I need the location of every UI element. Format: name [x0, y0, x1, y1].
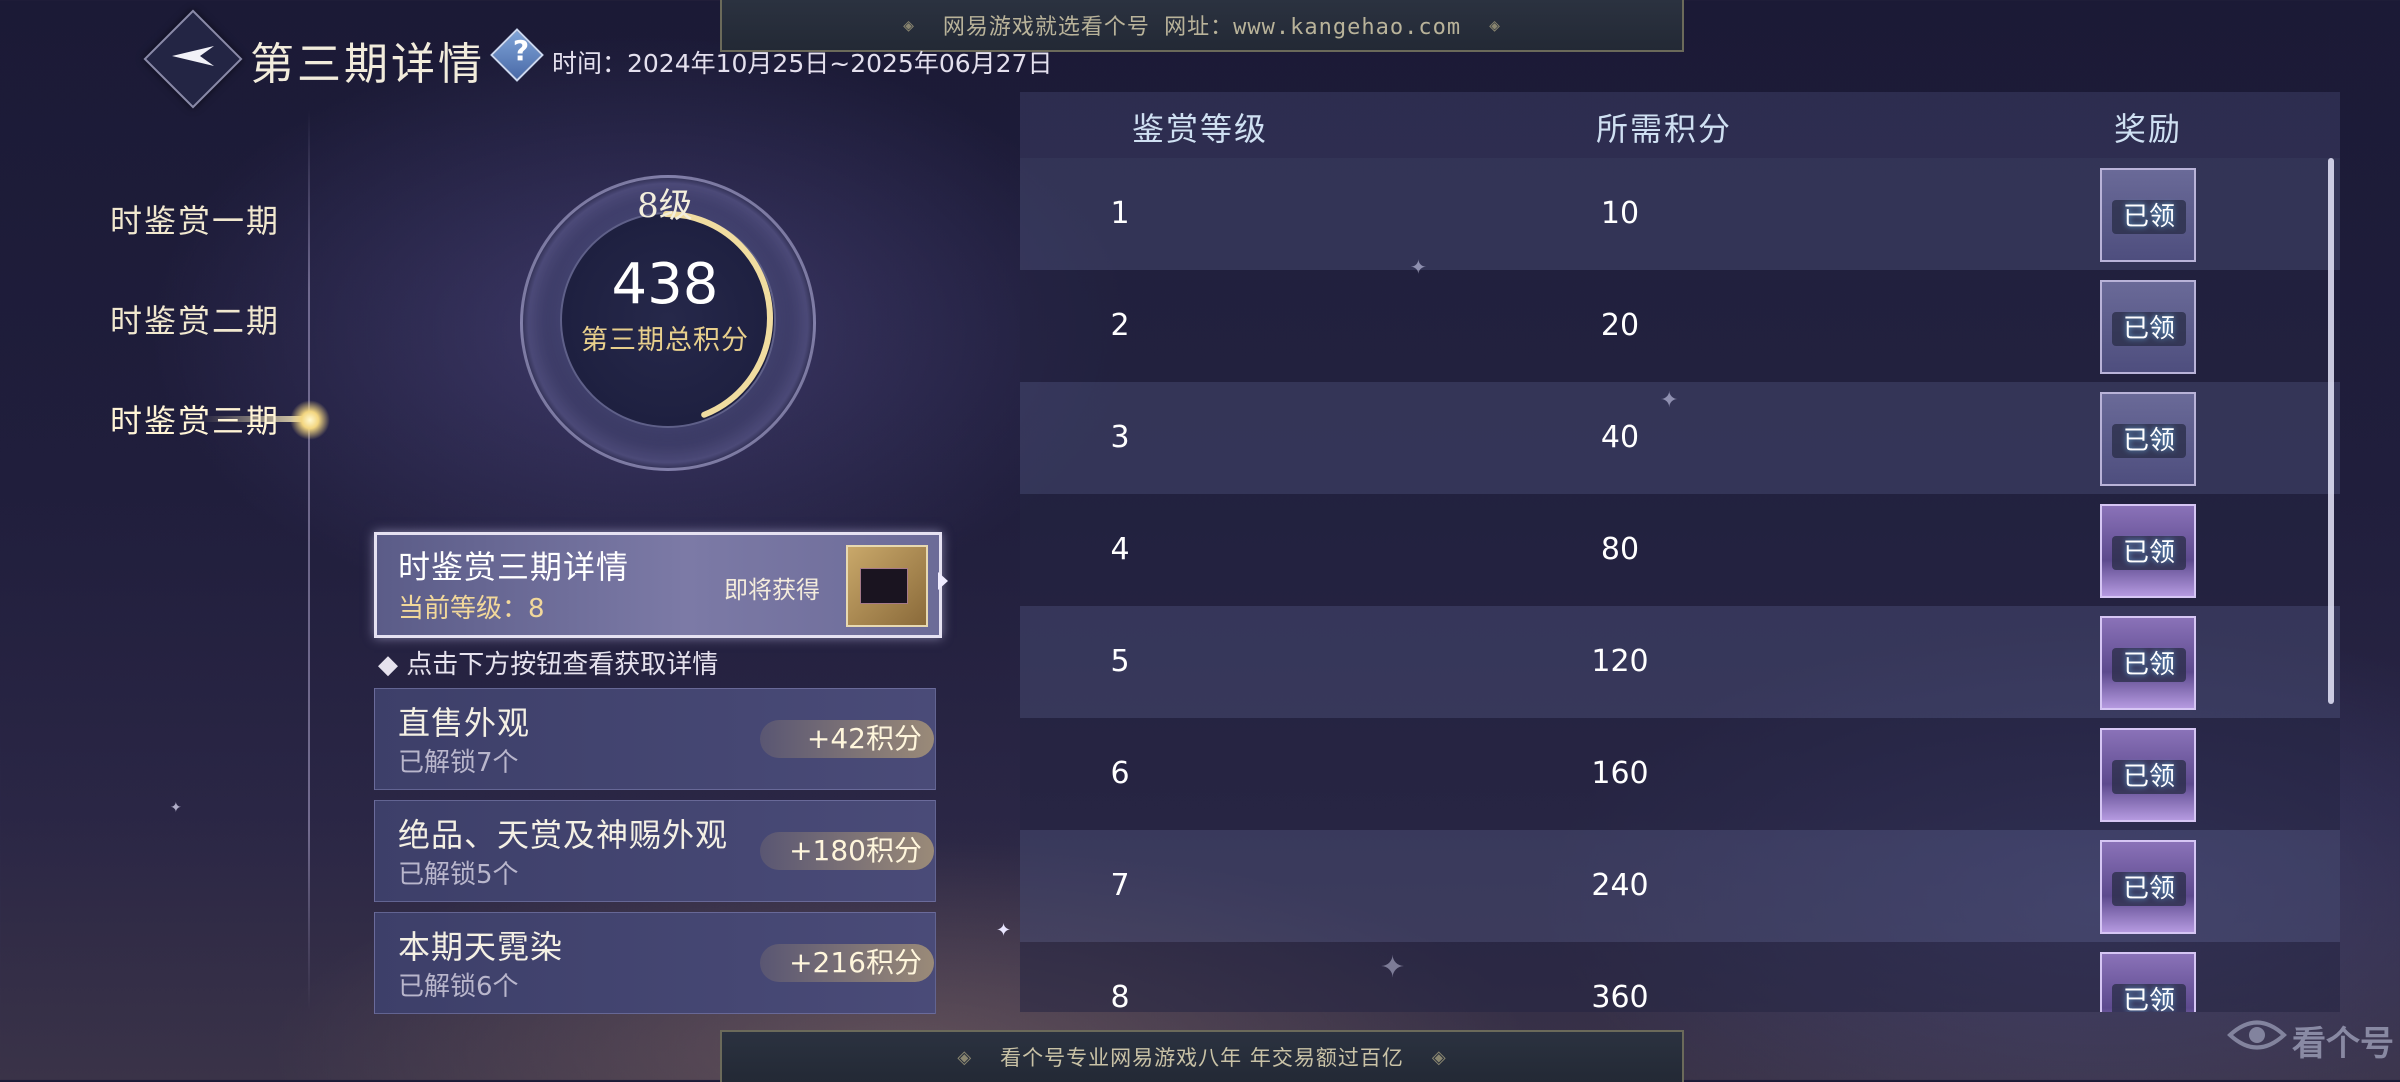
reward-item[interactable]: 已领: [2100, 392, 2196, 486]
help-icon: ?: [512, 34, 530, 67]
bottom-watermark-banner: ◈ 看个号专业网易游戏八年 年交易额过百亿 ◈: [720, 1030, 1684, 1082]
table-row: 6 160 已领: [1020, 718, 2340, 830]
top-watermark-text: 网易游戏就选看个号 网址：www.kangehao.com: [942, 15, 1462, 40]
table-row: 4 80 已领: [1020, 494, 2340, 606]
ornament-icon: ◈: [903, 14, 915, 36]
category-points: +42积分: [760, 720, 934, 758]
claimed-badge: 已领: [2112, 872, 2186, 906]
row-level: 5: [1110, 644, 1130, 679]
column-header-level: 鉴赏等级: [1132, 110, 1269, 148]
table-row: 5 120 已领: [1020, 606, 2340, 718]
row-points: 120: [1591, 644, 1649, 679]
reward-item[interactable]: 已领: [2100, 840, 2196, 934]
table-row: 7 240 已领: [1020, 830, 2340, 942]
row-level: 3: [1110, 420, 1130, 455]
claimed-badge: 已领: [2112, 760, 2186, 794]
category-unlocked: 已解锁5个: [398, 860, 519, 890]
reward-item[interactable]: 已领: [2100, 504, 2196, 598]
column-header-reward: 奖励: [2114, 110, 2183, 148]
hint-text: ◆ 点击下方按钮查看获取详情: [378, 650, 719, 680]
nav-divider: [308, 110, 310, 1010]
table-row: 1 10 已领: [1020, 158, 2340, 270]
row-level: 1: [1110, 196, 1130, 231]
total-score: 438: [611, 252, 719, 317]
reward-item[interactable]: 已领: [2100, 952, 2196, 1012]
claimed-badge: 已领: [2112, 424, 2186, 458]
ornament-icon: ◈: [1489, 14, 1501, 36]
reward-item[interactable]: 已领: [2100, 168, 2196, 262]
row-level: 2: [1110, 308, 1130, 343]
row-points: 80: [1600, 532, 1640, 567]
category-points: +216积分: [760, 944, 934, 982]
nav-item-period-1[interactable]: 时鉴赏一期: [110, 196, 280, 242]
category-unlocked: 已解锁6个: [398, 972, 519, 1002]
category-points: +180积分: [760, 832, 934, 870]
sparkle-icon: ✦: [170, 800, 182, 816]
table-row: 3 40 已领: [1020, 382, 2340, 494]
claimed-badge: 已领: [2112, 312, 2186, 346]
detail-card-title: 时鉴赏三期详情: [398, 548, 630, 586]
row-points: 40: [1600, 420, 1640, 455]
caret-right-icon: [938, 572, 948, 590]
column-header-points: 所需积分: [1596, 110, 1733, 148]
claimed-badge: 已领: [2112, 200, 2186, 234]
ornament-icon: ◈: [1431, 1046, 1447, 1068]
row-level: 8: [1110, 980, 1130, 1012]
row-points: 10: [1600, 196, 1640, 231]
claimed-badge: 已领: [2112, 984, 2186, 1012]
category-title: 绝品、天赏及神赐外观: [398, 816, 729, 854]
back-arrow-icon: [172, 46, 214, 66]
page-title: 第三期详情: [250, 39, 485, 90]
table-row: 8 360 已领: [1020, 942, 2340, 1012]
corner-watermark-text: 看个号: [2292, 1024, 2394, 1064]
reward-item[interactable]: 已领: [2100, 616, 2196, 710]
category-unlocked: 已解锁7个: [398, 748, 519, 778]
nav-item-period-2[interactable]: 时鉴赏二期: [110, 296, 280, 342]
upcoming-label: 即将获得: [724, 576, 820, 604]
category-title: 本期天霓染: [398, 928, 564, 966]
row-points: 360: [1591, 980, 1649, 1012]
total-score-label: 第三期总积分: [581, 325, 749, 356]
row-points: 240: [1591, 868, 1649, 903]
ornament-icon: ◈: [957, 1046, 973, 1068]
claimed-badge: 已领: [2112, 648, 2186, 682]
table-scrollbar[interactable]: [2328, 158, 2334, 704]
table-row: 2 20 已领: [1020, 270, 2340, 382]
upcoming-reward-image: [860, 568, 908, 604]
nav-item-period-3[interactable]: 时鉴赏三期: [110, 396, 280, 442]
bottom-watermark-text: 看个号专业网易游戏八年 年交易额过百亿: [1000, 1046, 1404, 1070]
watermark-eye-icon: [2227, 1020, 2287, 1050]
row-level: 6: [1110, 756, 1130, 791]
level-label: 8级: [637, 186, 693, 226]
current-level: 当前等级：8: [398, 594, 545, 624]
category-title: 直售外观: [398, 704, 531, 742]
claimed-badge: 已领: [2112, 536, 2186, 570]
reward-item[interactable]: 已领: [2100, 280, 2196, 374]
row-points: 160: [1591, 756, 1649, 791]
nav-active-glow: [290, 400, 330, 440]
sparkle-icon: ✦: [996, 920, 1012, 941]
row-level: 4: [1110, 532, 1130, 567]
period-time: 时间：2024年10月25日~2025年06月27日: [552, 49, 1053, 78]
reward-item[interactable]: 已领: [2100, 728, 2196, 822]
row-level: 7: [1110, 868, 1130, 903]
row-points: 20: [1600, 308, 1640, 343]
